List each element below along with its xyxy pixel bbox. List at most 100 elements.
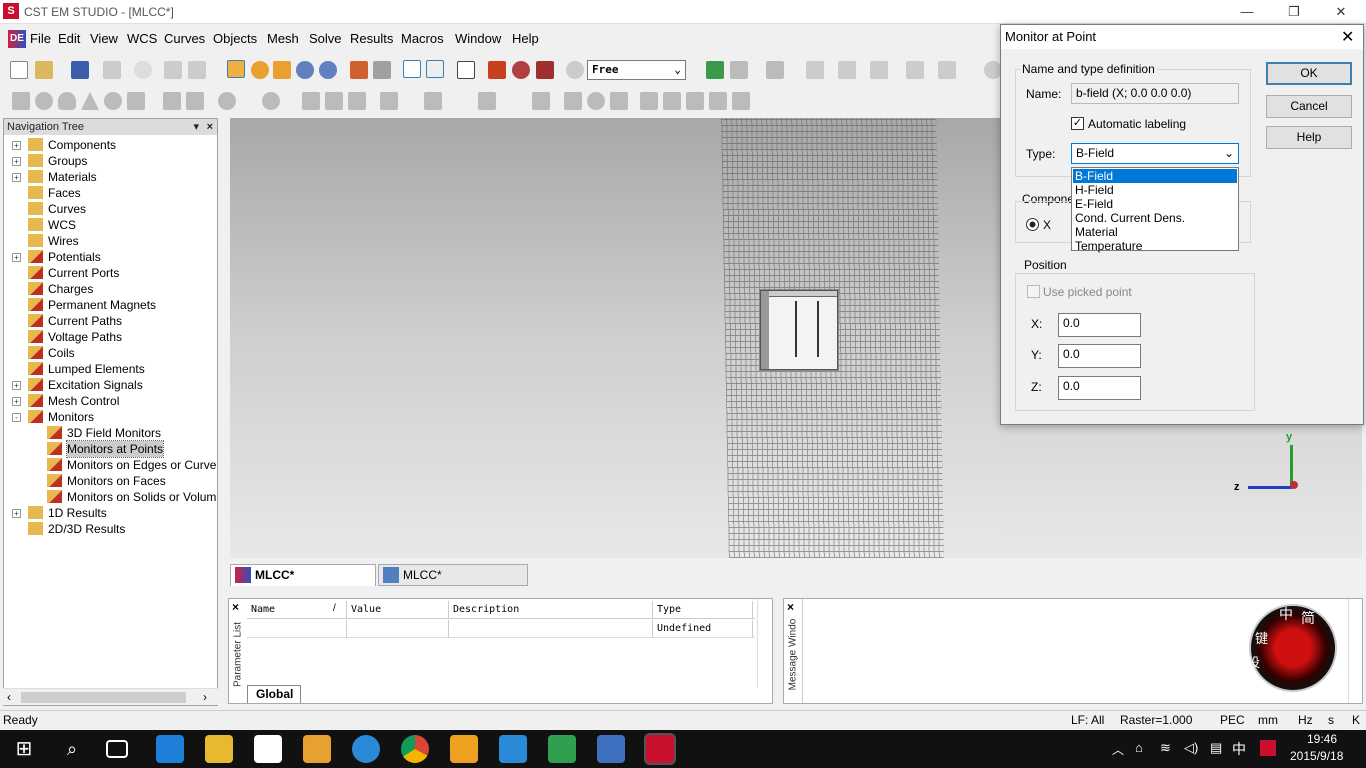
settings-icon[interactable]: [373, 61, 391, 79]
pen-icon[interactable]: [938, 61, 956, 79]
search-icon[interactable]: ⌕: [58, 735, 86, 763]
windows-start-icon[interactable]: ⊞: [10, 735, 38, 763]
menu-file[interactable]: File: [30, 31, 51, 46]
cone-icon[interactable]: [81, 92, 99, 110]
expand-icon[interactable]: +: [12, 381, 21, 390]
open-folder-icon[interactable]: [35, 61, 53, 79]
mode-select[interactable]: Free ⌄: [587, 60, 686, 80]
cell-description[interactable]: [449, 620, 653, 638]
tree-item[interactable]: WCS: [4, 217, 216, 233]
tree-item[interactable]: Monitors at Points: [4, 440, 216, 458]
tree-item[interactable]: Monitors on Edges or Curve: [4, 457, 216, 473]
probe-icon[interactable]: [536, 61, 554, 79]
transform-icon[interactable]: [838, 61, 856, 79]
qq-icon[interactable]: [352, 735, 380, 763]
lf-icon[interactable]: [709, 92, 727, 110]
ime-indicator[interactable]: 中: [1232, 739, 1246, 759]
edge-browser-icon[interactable]: [156, 735, 184, 763]
spin-icon[interactable]: [251, 61, 269, 79]
tree-item[interactable]: Current Ports: [4, 265, 216, 281]
use-picked-point-checkbox[interactable]: [1027, 285, 1040, 298]
tree-horizontal-scrollbar[interactable]: ‹ ›: [3, 688, 218, 705]
insert-icon[interactable]: [380, 92, 398, 110]
tree-item[interactable]: Permanent Magnets: [4, 297, 216, 313]
expand-icon[interactable]: +: [12, 397, 21, 406]
boolean-icon[interactable]: [766, 61, 784, 79]
sphere-icon[interactable]: [35, 92, 53, 110]
menu-macros[interactable]: Macros: [401, 31, 444, 46]
gear-icon[interactable]: [512, 61, 530, 79]
tree-item[interactable]: Monitors on Solids or Volum: [4, 489, 216, 505]
union-icon[interactable]: [302, 92, 320, 110]
new-file-icon[interactable]: [10, 61, 28, 79]
tree-item[interactable]: Faces: [4, 185, 216, 201]
tree-item[interactable]: + Mesh Control: [4, 393, 216, 409]
z-field[interactable]: 0.0: [1058, 376, 1141, 400]
align-icon[interactable]: [870, 61, 888, 79]
tree-item[interactable]: Voltage Paths: [4, 329, 216, 345]
close-icon[interactable]: ×: [207, 119, 213, 135]
port-icon[interactable]: [640, 92, 658, 110]
tree-item[interactable]: Charges: [4, 281, 216, 297]
cylinder-icon[interactable]: [58, 92, 76, 110]
rotate-shape-icon[interactable]: [163, 92, 181, 110]
restore-button[interactable]: ❐: [1271, 0, 1317, 24]
close-button[interactable]: ✕: [1318, 0, 1364, 24]
material-icon[interactable]: [566, 61, 584, 79]
torus-icon[interactable]: [104, 92, 122, 110]
column-description[interactable]: Description: [449, 601, 653, 619]
menu-view[interactable]: View: [90, 31, 118, 46]
subtract-icon[interactable]: [325, 92, 343, 110]
menu-objects[interactable]: Objects: [213, 31, 257, 46]
tab-mlcc-3d[interactable]: MLCC*: [230, 564, 376, 586]
tray-chevron-icon[interactable]: ︿: [1112, 741, 1124, 758]
solid-icon[interactable]: [706, 61, 724, 79]
app-menu-icon[interactable]: DE: [8, 30, 26, 48]
close-icon[interactable]: ×: [787, 600, 794, 614]
save-icon[interactable]: [71, 61, 89, 79]
notification-icon[interactable]: ▤: [1210, 740, 1222, 756]
volume-icon[interactable]: ◁): [1184, 740, 1198, 756]
shape-icon[interactable]: [730, 61, 748, 79]
cancel-button[interactable]: Cancel: [1266, 95, 1352, 118]
curve-icon[interactable]: [478, 92, 496, 110]
zoom-box-icon[interactable]: [319, 61, 337, 79]
cell-type[interactable]: Undefined: [653, 620, 753, 638]
package-icon[interactable]: [450, 735, 478, 763]
tree-item[interactable]: Wires: [4, 233, 216, 249]
brick-shape-icon[interactable]: [12, 92, 30, 110]
image-icon[interactable]: [564, 92, 582, 110]
copy-icon[interactable]: [610, 92, 628, 110]
type-option[interactable]: H-Field: [1073, 183, 1237, 197]
tree-item[interactable]: Lumped Elements: [4, 361, 216, 377]
type-option[interactable]: E-Field: [1073, 197, 1237, 211]
face-icon[interactable]: [587, 92, 605, 110]
3d-viewport[interactable]: [230, 118, 1000, 558]
tab-mlcc-schematic[interactable]: MLCC*: [378, 564, 528, 586]
print-icon[interactable]: [103, 61, 121, 79]
grid-icon[interactable]: [426, 60, 444, 78]
3d-viewport-right[interactable]: y z: [1000, 425, 1362, 558]
history-icon[interactable]: [134, 61, 152, 79]
table-row[interactable]: Undefined: [247, 620, 755, 638]
x-field[interactable]: 0.0: [1058, 313, 1141, 337]
store-icon[interactable]: [254, 735, 282, 763]
tree-item[interactable]: + Excitation Signals: [4, 377, 216, 393]
extrude-icon[interactable]: [127, 92, 145, 110]
column-value[interactable]: Value: [347, 601, 449, 619]
menu-wcs[interactable]: WCS: [127, 31, 157, 46]
chrome-icon[interactable]: [401, 735, 429, 763]
zoom-icon[interactable]: [296, 61, 314, 79]
export-icon[interactable]: [188, 61, 206, 79]
tree-item[interactable]: Curves: [4, 201, 216, 217]
tree-item[interactable]: 3D Field Monitors: [4, 425, 216, 441]
minimize-button[interactable]: —: [1224, 0, 1270, 24]
menu-mesh[interactable]: Mesh: [267, 31, 299, 46]
automatic-labeling-checkbox[interactable]: ✓: [1071, 117, 1084, 130]
info-icon[interactable]: [262, 92, 280, 110]
export-shape-icon[interactable]: [732, 92, 750, 110]
wifi-icon[interactable]: ≋: [1160, 740, 1171, 756]
name-field[interactable]: b-field (X; 0.0 0.0 0.0): [1071, 83, 1239, 104]
cube-view-icon[interactable]: [457, 61, 475, 79]
task-view-icon[interactable]: [106, 740, 128, 758]
